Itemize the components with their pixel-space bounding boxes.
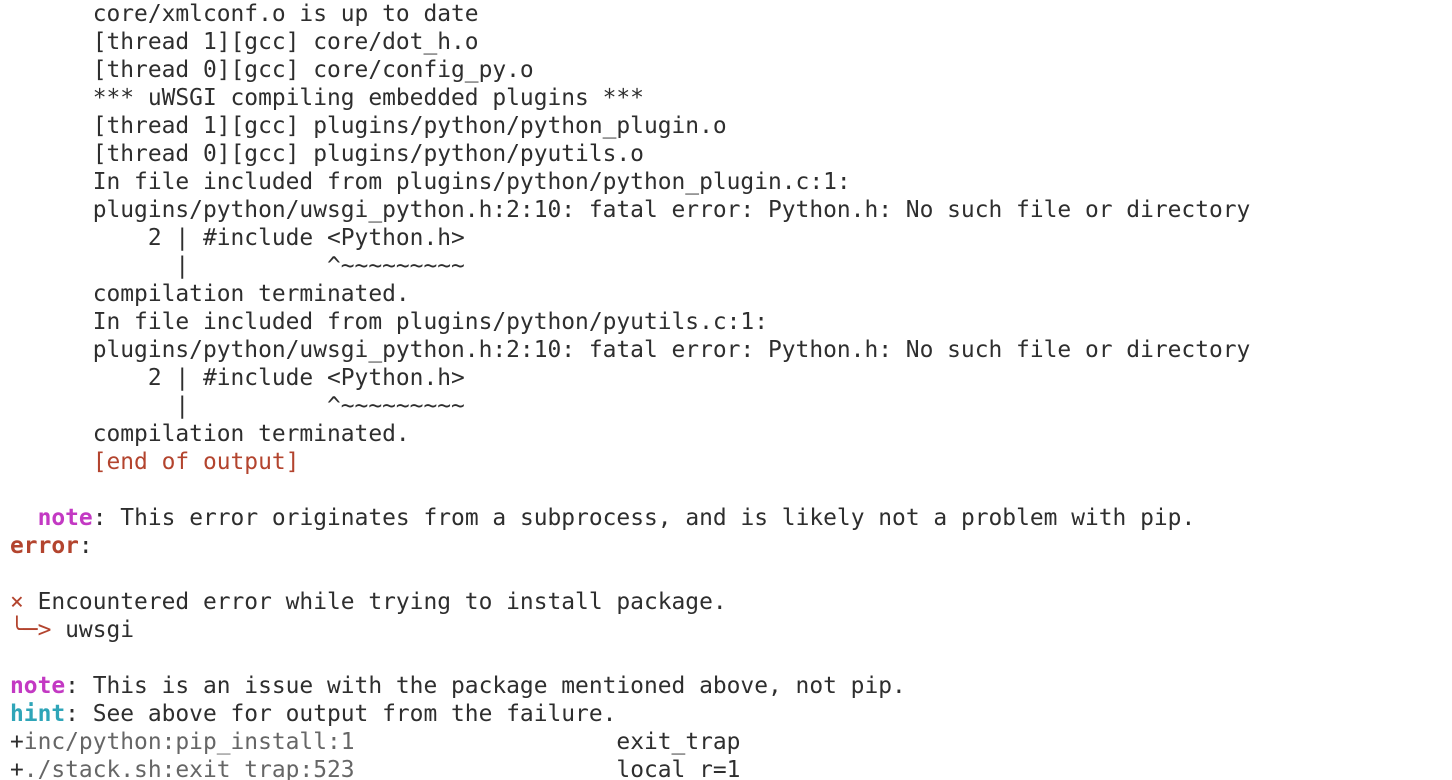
encountered-error-text: Encountered error while trying to instal… (23, 589, 727, 615)
note-label: note (37, 505, 93, 531)
trace-gap (355, 757, 617, 780)
error-line: error: (10, 532, 93, 560)
trace-line: +inc/python:pip_install:1 exit_trap (10, 728, 740, 756)
note-label: note (10, 673, 66, 699)
subprocess-note-line: note: This error originates from a subpr… (10, 504, 1196, 532)
build-output-line: compilation terminated. (10, 281, 410, 307)
trace-plus: + (10, 729, 24, 755)
trace-command: local r=1 (616, 757, 741, 780)
trace-location: ./stack.sh:exit_trap:523 (23, 757, 355, 780)
build-output-line: 2 | #include <Python.h> (10, 365, 465, 391)
failed-package-line: ╰─> uwsgi (10, 616, 134, 644)
build-output-line: In file included from plugins/python/pyu… (10, 309, 768, 335)
terminal-window[interactable]: core/xmlconf.o is up to date [thread 1][… (0, 0, 1452, 780)
build-output-line: | ^~~~~~~~~~ (10, 393, 465, 419)
build-output-line: plugins/python/uwsgi_python.h:2:10: fata… (10, 197, 1251, 223)
build-output-line: [thread 0][gcc] plugins/python/pyutils.o (10, 141, 644, 167)
note-text: : This error originates from a subproces… (92, 505, 1196, 531)
end-of-output-marker: [end of output] (10, 449, 300, 475)
build-output-line: In file included from plugins/python/pyt… (10, 169, 851, 195)
trace-location: inc/python:pip_install:1 (23, 729, 355, 755)
trace-plus: + (10, 757, 24, 780)
build-output-line: plugins/python/uwsgi_python.h:2:10: fata… (10, 337, 1251, 363)
build-output-line: [thread 1][gcc] plugins/python/python_pl… (10, 113, 727, 139)
cross-icon: × (10, 589, 24, 615)
hint-line: hint: See above for output from the fail… (10, 700, 616, 728)
hint-label: hint (10, 701, 66, 727)
hint-text: : See above for output from the failure. (65, 701, 617, 727)
note-indent (10, 505, 38, 531)
build-output-line: compilation terminated. (10, 421, 410, 447)
trace-gap (355, 729, 617, 755)
build-output-line: *** uWSGI compiling embedded plugins *** (10, 85, 644, 111)
build-output-line: 2 | #include <Python.h> (10, 225, 465, 251)
note-text: : This is an issue with the package ment… (65, 673, 906, 699)
package-note-line: note: This is an issue with the package … (10, 672, 906, 700)
trace-command: exit_trap (616, 729, 741, 755)
error-label: error (10, 533, 79, 559)
build-output-line: | ^~~~~~~~~~ (10, 253, 465, 279)
trace-line: +./stack.sh:exit_trap:523 local r=1 (10, 756, 740, 780)
build-output-line: [thread 1][gcc] core/dot_h.o (10, 29, 479, 55)
build-output-line: [thread 0][gcc] core/config_py.o (10, 57, 534, 83)
build-output-line: core/xmlconf.o is up to date (10, 1, 479, 27)
arrow-icon: ╰─> (10, 617, 52, 643)
package-name: uwsgi (51, 617, 135, 643)
encountered-error-line: × Encountered error while trying to inst… (10, 588, 727, 616)
error-colon: : (78, 533, 93, 559)
